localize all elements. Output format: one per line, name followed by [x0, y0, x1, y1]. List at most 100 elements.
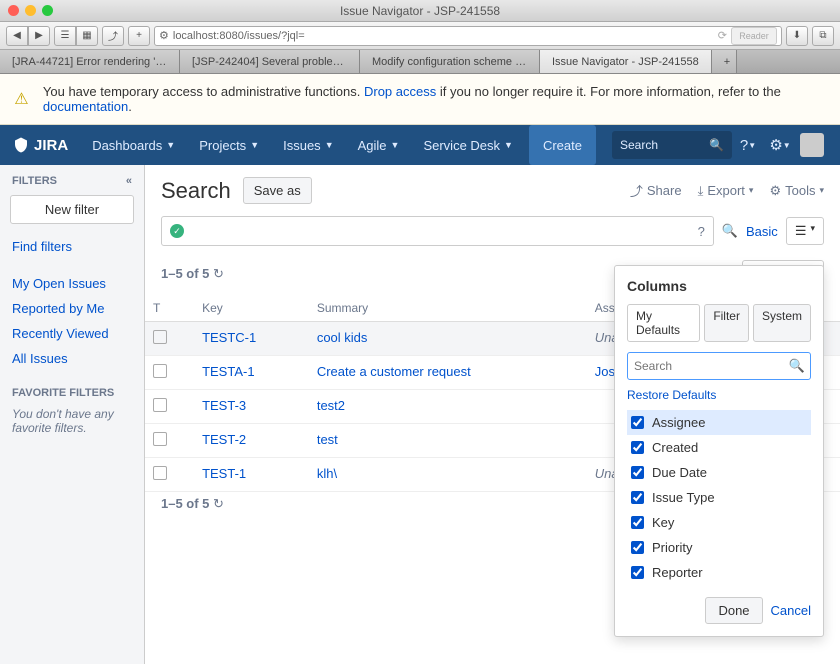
popover-tab-filter[interactable]: Filter	[704, 304, 749, 342]
jql-help-icon[interactable]: ?	[698, 224, 705, 239]
refresh-icon[interactable]: ↻	[213, 266, 224, 281]
export-button[interactable]: ⤓Export▾	[698, 181, 754, 200]
browser-tab[interactable]: [JSP-242404] Several problems af…	[180, 50, 360, 73]
url-bar[interactable]: ⚙ localhost:8080/issues/?jql= ⟳ Reader	[154, 26, 782, 46]
pager-top: 1–5 of 5 ↻	[161, 266, 224, 282]
column-checkbox[interactable]	[631, 566, 644, 579]
column-option[interactable]: Created	[627, 435, 811, 460]
jql-input[interactable]: ✓ ?	[161, 216, 714, 246]
column-label: Due Date	[652, 465, 707, 480]
browser-tab[interactable]: [JRA-44721] Error rendering 'mul…	[0, 50, 180, 73]
help-icon[interactable]: ?▼	[732, 129, 764, 161]
popover-search-input[interactable]	[627, 352, 811, 380]
new-filter-button[interactable]: New filter	[10, 195, 134, 224]
find-filters-link[interactable]: Find filters	[0, 234, 144, 259]
browser-tab-active[interactable]: Issue Navigator - JSP-241558	[540, 50, 712, 73]
nav-search[interactable]: Search 🔍	[612, 131, 732, 159]
column-checkbox[interactable]	[631, 441, 644, 454]
issue-summary-link[interactable]: test2	[317, 398, 345, 413]
column-checkbox[interactable]	[631, 541, 644, 554]
jql-valid-icon: ✓	[170, 224, 184, 238]
nav-servicedesk[interactable]: Service Desk▼	[411, 125, 525, 165]
issue-key-link[interactable]: TEST-1	[202, 466, 246, 481]
url-text: localhost:8080/issues/?jql=	[173, 30, 305, 42]
warning-icon: ⚠	[12, 89, 31, 109]
refresh-icon[interactable]: ↻	[213, 496, 224, 511]
issue-key-link[interactable]: TEST-2	[202, 432, 246, 447]
done-button[interactable]: Done	[705, 597, 762, 624]
tools-button[interactable]: ⚙Tools▾	[769, 181, 824, 200]
share-button[interactable]: ⤴Share	[630, 181, 682, 200]
export-icon: ⤓	[698, 183, 704, 199]
reload-icon[interactable]: ⟳	[718, 29, 727, 42]
col-summary[interactable]: Summary	[309, 295, 587, 322]
column-option[interactable]: Reporter	[627, 560, 811, 585]
window-title: Issue Navigator - JSP-241558	[340, 4, 500, 18]
forward-button[interactable]: ▶	[28, 26, 50, 46]
issue-summary-link[interactable]: klh\	[317, 466, 337, 481]
list-view-icon: ☰	[795, 223, 807, 239]
browser-tab[interactable]: Modify configuration scheme cont…	[360, 50, 540, 73]
restore-defaults-link[interactable]: Restore Defaults	[627, 388, 811, 402]
documentation-link[interactable]: documentation	[43, 99, 128, 114]
topsites-button[interactable]: ▦	[76, 26, 98, 46]
issue-type-icon	[153, 466, 167, 480]
column-option[interactable]: Assignee	[627, 410, 811, 435]
downloads-button[interactable]: ⬇	[786, 26, 808, 46]
popover-tab-system[interactable]: System	[753, 304, 811, 342]
maximize-window-button[interactable]	[42, 5, 53, 16]
issue-key-link[interactable]: TEST-3	[202, 398, 246, 413]
cancel-link[interactable]: Cancel	[771, 603, 811, 618]
column-option[interactable]: Issue Type	[627, 485, 811, 510]
issue-type-icon	[153, 432, 167, 446]
issue-summary-link[interactable]: Create a customer request	[317, 364, 471, 379]
nav-issues[interactable]: Issues▼	[271, 125, 346, 165]
search-icon: 🔍	[709, 138, 724, 152]
nav-agile[interactable]: Agile▼	[346, 125, 412, 165]
column-checkbox[interactable]	[631, 466, 644, 479]
new-tab-button[interactable]: +	[712, 50, 737, 73]
nav-dashboards[interactable]: Dashboards▼	[80, 125, 187, 165]
issue-type-icon	[153, 398, 167, 412]
column-checkbox[interactable]	[631, 516, 644, 529]
view-toggle[interactable]: ☰▾	[786, 217, 824, 245]
issue-summary-link[interactable]: cool kids	[317, 330, 368, 345]
user-avatar[interactable]	[796, 129, 828, 161]
sidebar-recent[interactable]: Recently Viewed	[0, 321, 144, 346]
column-option[interactable]: Priority	[627, 535, 811, 560]
issue-key-link[interactable]: TESTA-1	[202, 364, 255, 379]
column-option[interactable]: Key	[627, 510, 811, 535]
nav-projects[interactable]: Projects▼	[187, 125, 271, 165]
issue-type-icon	[153, 330, 167, 344]
jira-logo[interactable]: JIRA	[12, 136, 68, 154]
minimize-window-button[interactable]	[25, 5, 36, 16]
share-browser-button[interactable]: ⤴	[102, 26, 124, 46]
issue-type-icon	[153, 364, 167, 378]
browser-toolbar: ◀ ▶ ☰ ▦ ⤴ + ⚙ localhost:8080/issues/?jql…	[0, 22, 840, 50]
reader-button[interactable]: Reader	[731, 27, 777, 45]
save-as-button[interactable]: Save as	[243, 177, 312, 204]
drop-access-link[interactable]: Drop access	[364, 84, 436, 99]
sidebar-my-open[interactable]: My Open Issues	[0, 271, 144, 296]
col-type[interactable]: T	[145, 295, 194, 322]
sidebar-toggle-button[interactable]: ☰	[54, 26, 76, 46]
issue-summary-link[interactable]: test	[317, 432, 338, 447]
add-bookmark-button[interactable]: +	[128, 26, 150, 46]
admin-gear-icon[interactable]: ⚙▼	[764, 129, 796, 161]
sidebar-all[interactable]: All Issues	[0, 346, 144, 371]
column-checkbox[interactable]	[631, 416, 644, 429]
tabs-button[interactable]: ⧉	[812, 26, 834, 46]
col-key[interactable]: Key	[194, 295, 309, 322]
popover-title: Columns	[627, 278, 811, 294]
search-run-icon[interactable]: 🔍	[722, 223, 738, 239]
popover-tab-mydefaults[interactable]: My Defaults	[627, 304, 700, 342]
sidebar-reported[interactable]: Reported by Me	[0, 296, 144, 321]
create-button[interactable]: Create	[529, 125, 596, 165]
issue-key-link[interactable]: TESTC-1	[202, 330, 256, 345]
collapse-sidebar-icon[interactable]: «	[126, 175, 132, 187]
column-option[interactable]: Due Date	[627, 460, 811, 485]
back-button[interactable]: ◀	[6, 26, 28, 46]
basic-mode-link[interactable]: Basic	[746, 224, 778, 239]
close-window-button[interactable]	[8, 5, 19, 16]
column-checkbox[interactable]	[631, 491, 644, 504]
